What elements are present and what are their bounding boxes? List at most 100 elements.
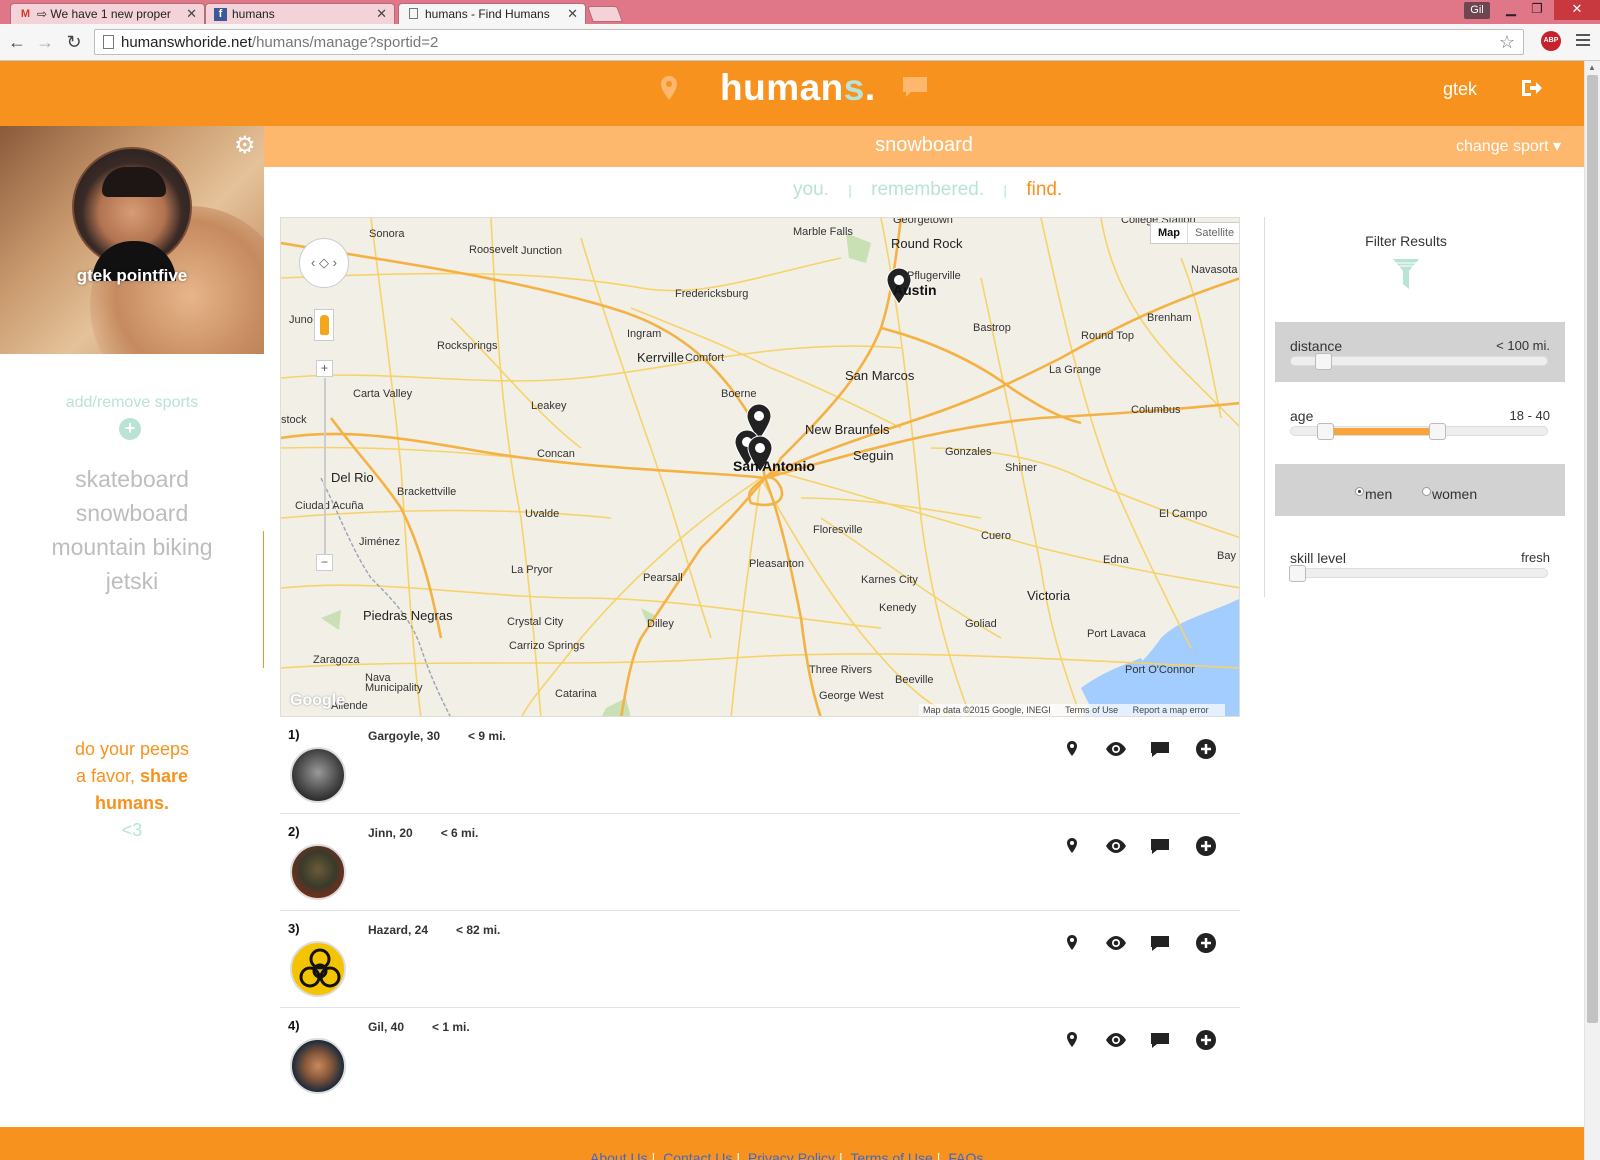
map-type-map-button[interactable]: Map <box>1151 223 1187 243</box>
map-pin-icon[interactable] <box>1060 737 1084 761</box>
address-bar[interactable]: humanswhoride.net/humans/manage?sportid=… <box>94 29 1524 55</box>
footer-link-contact[interactable]: Contact Us <box>663 1150 732 1160</box>
map-type-satellite-button[interactable]: Satellite <box>1187 223 1239 243</box>
avatar[interactable] <box>290 1038 346 1094</box>
scroll-up-icon[interactable]: ▲ <box>1588 63 1596 72</box>
eye-icon[interactable] <box>1104 931 1128 955</box>
chat-icon[interactable] <box>1148 931 1172 955</box>
eye-icon[interactable] <box>1104 834 1128 858</box>
close-icon[interactable]: ✕ <box>567 6 578 22</box>
add-remove-sports-link[interactable]: add/remove sports <box>0 394 264 412</box>
eye-icon[interactable] <box>1104 737 1128 761</box>
browser-menu-icon[interactable] <box>1576 34 1590 48</box>
add-circle-icon[interactable] <box>1194 834 1218 858</box>
username[interactable]: gtek <box>1443 79 1477 100</box>
age-slider-min-handle[interactable] <box>1316 423 1334 440</box>
footer-link-terms[interactable]: Terms of Use <box>850 1150 932 1160</box>
chat-icon[interactable] <box>903 77 927 102</box>
back-arrow-icon[interactable]: ← <box>6 31 28 53</box>
add-circle-icon[interactable] <box>1194 1028 1218 1052</box>
reload-icon[interactable]: ↻ <box>63 31 85 53</box>
app-logo[interactable]: humans. <box>720 67 876 109</box>
result-number: 2) <box>288 824 300 839</box>
tab-remembered[interactable]: remembered. <box>871 179 984 201</box>
add-circle-icon[interactable]: + <box>119 418 141 440</box>
age-value: 18 - 40 <box>1509 408 1550 423</box>
zoom-out-button[interactable]: − <box>316 554 333 571</box>
browser-tab-find-humans[interactable]: humans - Find Humans ✕ <box>398 3 586 24</box>
avatar[interactable] <box>72 147 192 281</box>
map-report-link[interactable]: Report a map error <box>1133 705 1209 715</box>
result-name[interactable]: Gil, 40 <box>368 1020 404 1034</box>
new-tab-button[interactable] <box>587 6 623 22</box>
avatar[interactable] <box>290 844 346 900</box>
chat-icon[interactable] <box>1148 737 1172 761</box>
avatar[interactable] <box>290 941 346 997</box>
age-slider[interactable] <box>1290 423 1548 440</box>
browser-tab-gmail[interactable]: M ⇨ We have 1 new proper ✕ <box>10 3 205 24</box>
sidebar-item-mountain-biking[interactable]: mountain biking <box>0 530 264 564</box>
map-pin-icon[interactable] <box>1060 1028 1084 1052</box>
pan-control[interactable]: ‹ ◇ › <box>299 238 349 288</box>
gender-women-label: women <box>1432 486 1478 502</box>
browser-user-badge[interactable]: Gil <box>1464 2 1490 19</box>
change-sport-dropdown[interactable]: change sport ▾ <box>1456 136 1561 156</box>
close-icon[interactable]: ✕ <box>186 6 197 22</box>
gender-filter: men women <box>1275 464 1565 516</box>
result-name[interactable]: Gargoyle, 30 <box>368 729 440 743</box>
map-label: La Pryor <box>511 564 553 576</box>
avatar[interactable] <box>290 747 346 803</box>
browser-tab-facebook[interactable]: f humans ✕ <box>205 3 395 24</box>
sidebar-item-snowboard[interactable]: snowboard <box>0 496 264 530</box>
footer-link-faqs[interactable]: FAQs <box>948 1150 983 1160</box>
sidebar-item-skateboard[interactable]: skateboard <box>0 462 264 496</box>
tab-find[interactable]: find. <box>1026 179 1062 201</box>
map-label: Jiménez <box>359 536 400 548</box>
add-circle-icon[interactable] <box>1194 737 1218 761</box>
funnel-icon[interactable] <box>1393 259 1419 294</box>
results-map[interactable]: Sonora Roosevelt Junction Marble Falls G… <box>280 217 1240 717</box>
gear-icon[interactable]: ⚙ <box>234 131 256 160</box>
gender-women-radio[interactable]: women <box>1422 486 1477 502</box>
age-slider-max-handle[interactable] <box>1429 423 1447 440</box>
footer-link-privacy[interactable]: Privacy Policy <box>748 1150 835 1160</box>
footer-link-about[interactable]: About Us <box>590 1150 648 1160</box>
result-name[interactable]: Hazard, 24 <box>368 923 428 937</box>
add-circle-icon[interactable] <box>1194 931 1218 955</box>
map-label: Port O'Connor <box>1125 664 1195 676</box>
map-label: Pleasanton <box>749 558 805 570</box>
gender-men-radio[interactable]: men <box>1355 486 1392 502</box>
zoom-slider-track[interactable] <box>324 378 326 568</box>
sidebar-item-jetski[interactable]: jetski <box>0 564 264 598</box>
result-name[interactable]: Jinn, 20 <box>368 826 413 840</box>
map-pin-icon[interactable] <box>661 76 677 105</box>
share-link[interactable]: share <box>140 766 188 786</box>
street-view-pegman-icon[interactable] <box>314 309 334 341</box>
forward-arrow-icon[interactable]: → <box>34 31 56 53</box>
chat-icon[interactable] <box>1148 1028 1172 1052</box>
chat-icon[interactable] <box>1148 834 1172 858</box>
adblock-icon[interactable]: ABP <box>1541 31 1561 51</box>
distance-slider-handle[interactable] <box>1315 353 1333 370</box>
page-scrollbar[interactable]: ▲ <box>1584 61 1600 1160</box>
map-label: Ingram <box>627 328 662 340</box>
skill-slider-handle[interactable] <box>1289 565 1306 582</box>
map-terms-link[interactable]: Terms of Use <box>1065 705 1118 715</box>
scrollbar-thumb[interactable] <box>1587 75 1598 1023</box>
bookmark-star-icon[interactable]: ☆ <box>1499 32 1515 53</box>
zoom-in-button[interactable]: + <box>316 360 333 377</box>
map-pin-icon[interactable] <box>1060 834 1084 858</box>
sport-list: skateboard snowboard mountain biking jet… <box>0 462 264 598</box>
map-label: New Braunfels <box>805 422 890 437</box>
map-pin-icon[interactable] <box>1060 931 1084 955</box>
skill-slider[interactable] <box>1289 565 1548 582</box>
filter-panel: Filter Results distance < 100 mi. age 18… <box>1264 217 1566 597</box>
distance-slider[interactable] <box>1290 353 1548 370</box>
eye-icon[interactable] <box>1104 1028 1128 1052</box>
logout-icon[interactable] <box>1520 77 1542 104</box>
window-close-icon[interactable]: ✕ <box>1554 0 1600 20</box>
tab-you[interactable]: you. <box>793 179 829 201</box>
close-icon[interactable]: ✕ <box>376 6 387 22</box>
map-label: Uvalde <box>525 508 560 520</box>
restore-icon[interactable]: ❐ <box>1522 0 1552 20</box>
